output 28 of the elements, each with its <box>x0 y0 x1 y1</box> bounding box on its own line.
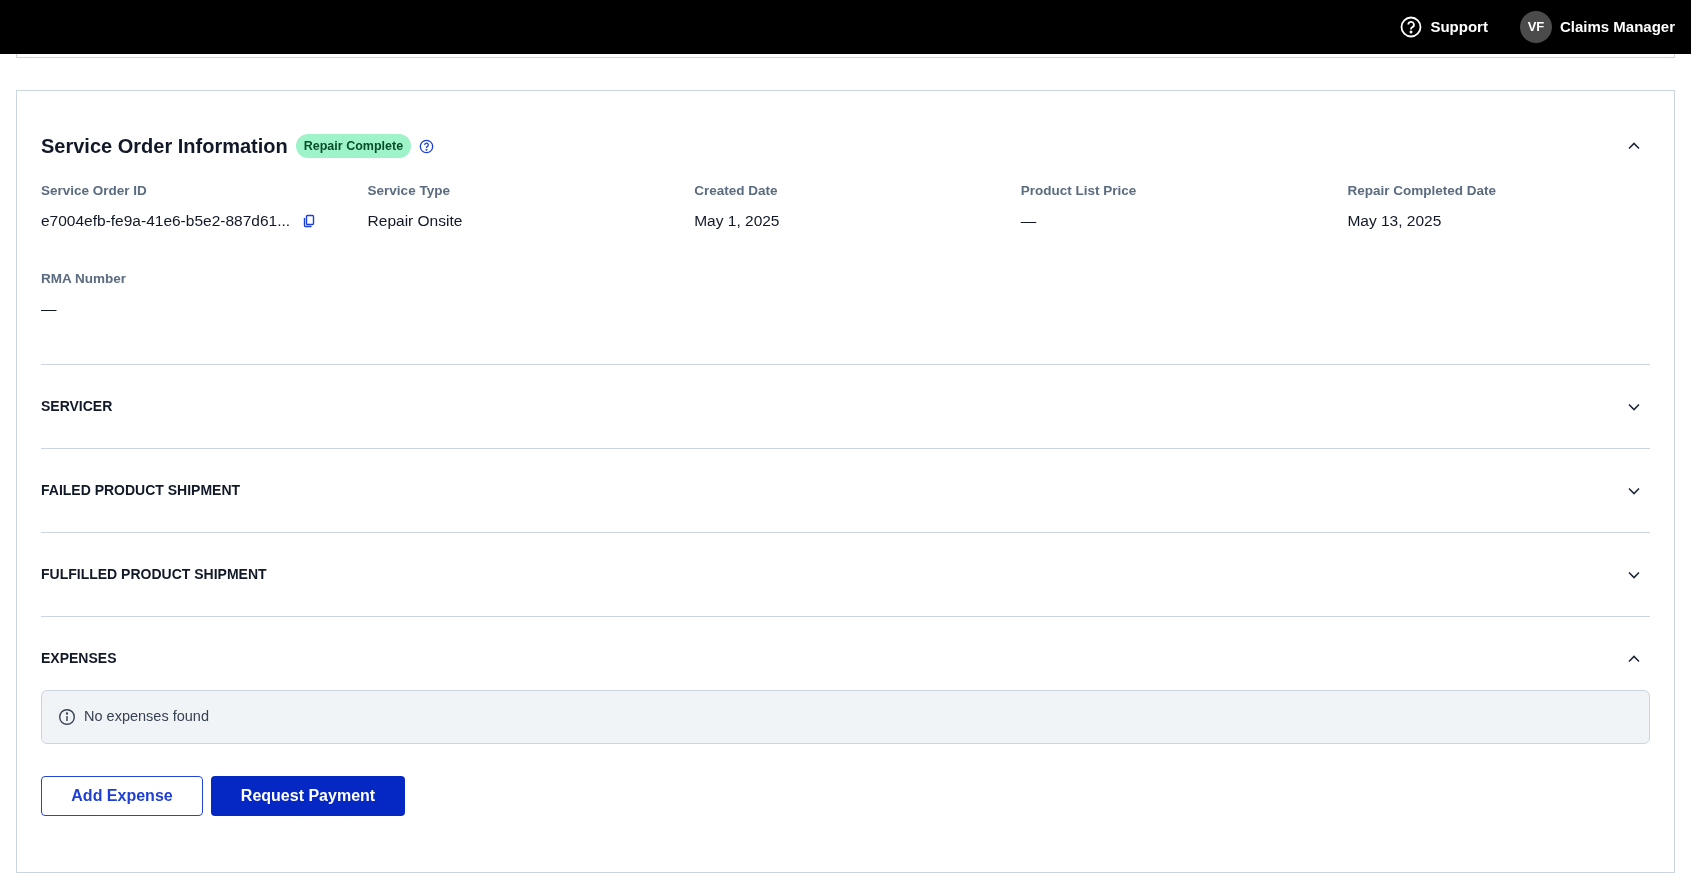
support-link[interactable]: Support <box>1400 15 1488 39</box>
copy-icon[interactable] <box>302 213 317 228</box>
section-header[interactable]: EXPENSES <box>41 617 1650 700</box>
field-value: — <box>41 298 57 319</box>
field-label: Product List Price <box>1020 182 1138 200</box>
field-label: Repair Completed Date <box>1347 182 1497 200</box>
field-label: Service Order ID <box>41 182 148 200</box>
request-payment-button[interactable]: Request Payment <box>211 776 405 816</box>
section-header[interactable]: FAILED PRODUCT SHIPMENT <box>41 449 1650 532</box>
field-label: Created Date <box>694 182 779 200</box>
info-icon <box>58 708 76 726</box>
add-expense-button[interactable]: Add Expense <box>41 776 203 816</box>
field-value: — <box>1020 211 1037 232</box>
field-label: RMA Number <box>41 269 127 288</box>
help-icon[interactable] <box>419 138 435 154</box>
user-role: Claims Manager <box>1559 16 1675 37</box>
field-value: May 13, 2025 <box>1347 211 1442 232</box>
status-badge: Repair Complete <box>295 133 412 159</box>
help-icon <box>1400 16 1423 38</box>
section-header[interactable]: FULFILLED PRODUCT SHIPMENT <box>41 533 1650 616</box>
user-avatar[interactable]: VF <box>1519 11 1552 43</box>
section-header[interactable]: SERVICER <box>41 365 1650 448</box>
field-value: May 1, 2025 <box>694 211 780 232</box>
notice-text: No expenses found <box>84 707 209 727</box>
card-title: Service Order Information <box>41 134 288 159</box>
field-value: e7004efb-fe9a-41e6-b5e2-887d61... <box>41 211 291 232</box>
field-value: Repair Onsite <box>367 211 463 232</box>
field-label: Service Type <box>367 182 451 200</box>
